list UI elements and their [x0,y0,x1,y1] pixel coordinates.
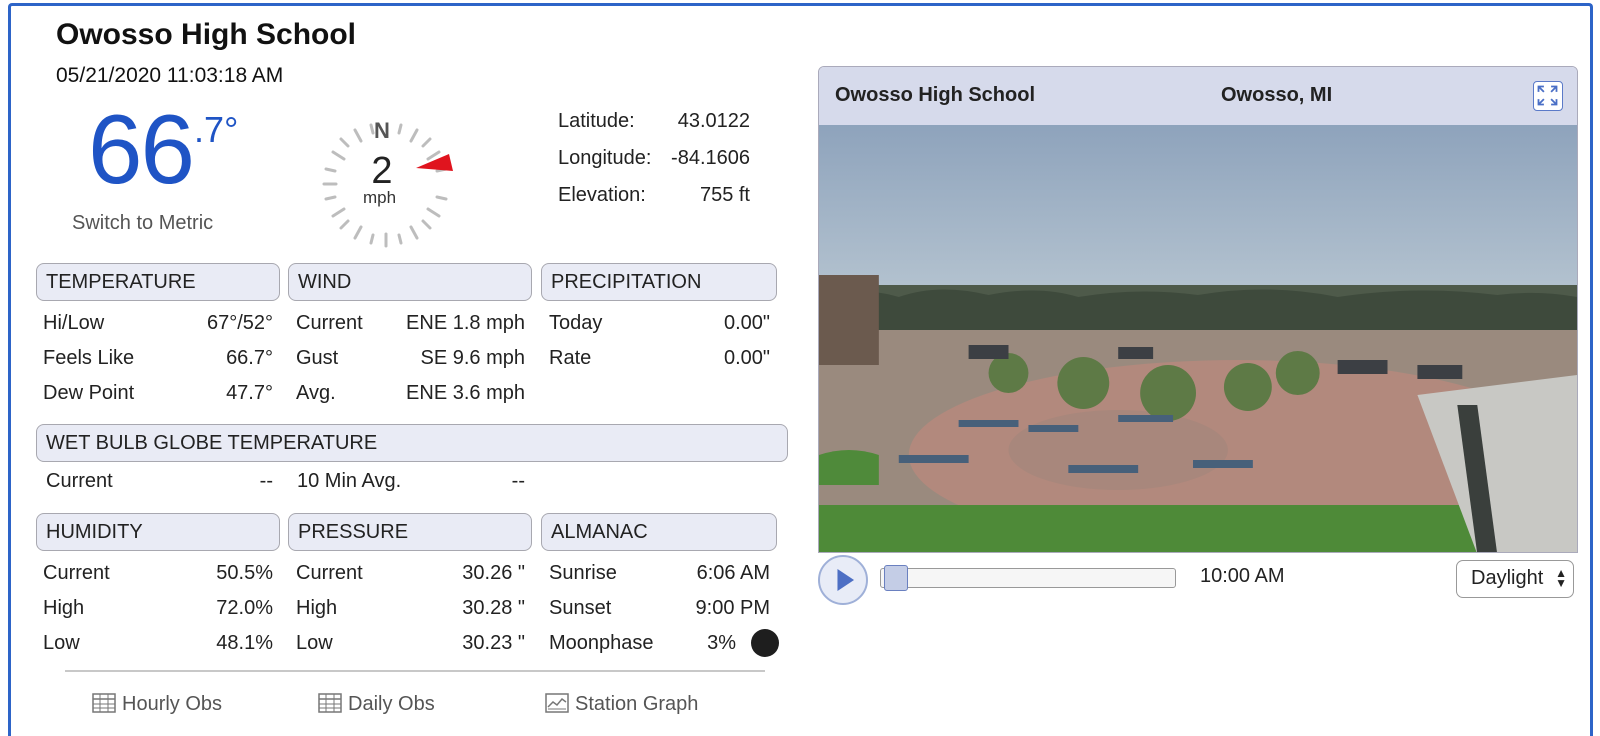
temperature-row-label: Dew Point [43,382,135,404]
compass-north-label: N [374,118,390,143]
temperature-row-value: 66.7° [226,347,273,369]
almanac-row-label: Sunset [549,597,612,619]
wbgt-avg-value: -- [511,470,525,492]
wind-speed-value: 2 [371,150,393,192]
almanac-row-value: 9:00 PM [695,597,770,619]
precipitation-heading: PRECIPITATION [541,263,777,301]
latitude-value: 43.0122 [677,110,750,132]
almanac-row-label: Moonphase [549,632,654,654]
pressure-row-label: High [296,597,338,619]
temperature-row-value: 67°/52° [206,312,273,334]
hourly-obs-link[interactable]: Hourly Obs [92,693,222,716]
precipitation-row-label: Rate [549,347,592,369]
wind-row-label: Gust [296,347,339,369]
humidity-row-label: High [43,597,85,619]
wind-row-value: SE 9.6 mph [420,347,525,369]
webcam-image [819,125,1577,552]
fullscreen-button[interactable] [1533,81,1563,111]
play-icon [837,568,855,592]
wbgt-current-value: -- [259,470,273,492]
longitude-label: Longitude: [558,147,652,169]
humidity-row-label: Current [43,562,110,584]
humidity-row-label: Low [43,632,80,654]
elevation-label: Elevation: [558,184,646,206]
station-graph-label: Station Graph [575,693,699,715]
section-divider [65,670,765,672]
wbgt-avg-label: 10 Min Avg. [297,470,402,492]
timeline-slider-handle[interactable] [884,565,908,591]
wind-speed-unit: mph [363,188,397,207]
daylight-select[interactable]: Daylight ▲ ▼ [1456,560,1574,598]
wind-row-value: ENE 3.6 mph [406,382,525,404]
pressure-row-value: 30.23 " [462,632,525,654]
station-graph-link[interactable]: Station Graph [545,693,698,716]
humidity-row-value: 50.5% [216,562,273,584]
table-icon [318,693,342,713]
almanac-row-value: 3% [707,632,736,654]
almanac-heading: ALMANAC [541,513,777,551]
wind-row-label: Current [296,312,363,334]
humidity-heading: HUMIDITY [36,513,280,551]
daylight-select-value: Daylight [1471,567,1544,589]
current-temperature-decimal: .7° [194,109,239,150]
play-button[interactable] [818,555,868,605]
station-title: Owosso High School [56,18,357,51]
daily-obs-label: Daily Obs [348,693,435,715]
humidity-row-value: 48.1% [216,632,273,654]
pressure-row-value: 30.26 " [462,562,525,584]
graph-icon [545,693,569,713]
switch-to-metric-link[interactable]: Switch to Metric [72,212,213,235]
temperature-row-label: Hi/Low [43,312,105,334]
elevation-value: 755 ft [699,184,750,206]
select-arrows-icon: ▲ ▼ [1555,566,1567,590]
webcam-panel: Owosso High School Owosso, MI [818,66,1578,553]
daily-obs-link[interactable]: Daily Obs [318,693,435,716]
hourly-obs-label: Hourly Obs [122,693,223,715]
timeline-time: 10:00 AM [1200,565,1285,587]
wbgt-current-label: Current [46,470,113,492]
timeline-slider[interactable] [880,568,1176,588]
temperature-row-label: Feels Like [43,347,135,369]
pressure-row-label: Current [296,562,363,584]
pressure-row-label: Low [296,632,333,654]
table-icon [92,693,116,713]
pressure-heading: PRESSURE [288,513,532,551]
humidity-row-value: 72.0% [216,597,273,619]
wind-row-value: ENE 1.8 mph [406,312,525,334]
observation-timestamp: 05/21/2020 11:03:18 AM [56,64,284,87]
precipitation-row-label: Today [549,312,603,334]
expand-icon [1537,85,1558,106]
temperature-row-value: 47.7° [226,382,273,404]
almanac-row-value: 6:06 AM [696,562,770,584]
temperature-heading: TEMPERATURE [36,263,280,301]
precipitation-row-value: 0.00" [723,312,770,334]
wbgt-heading: WET BULB GLOBE TEMPERATURE [36,424,788,462]
webcam-title: Owosso High School [835,84,1036,106]
current-temperature: 66 [88,94,195,204]
longitude-value: -84.1606 [671,147,750,169]
pressure-row-value: 30.28 " [462,597,525,619]
precipitation-row-value: 0.00" [723,347,770,369]
moonphase-icon [751,629,779,657]
webcam-location: Owosso, MI [1221,84,1333,106]
latitude-label: Latitude: [558,110,635,132]
wind-row-label: Avg. [296,382,336,404]
wind-heading: WIND [288,263,532,301]
almanac-row-label: Sunrise [549,562,617,584]
